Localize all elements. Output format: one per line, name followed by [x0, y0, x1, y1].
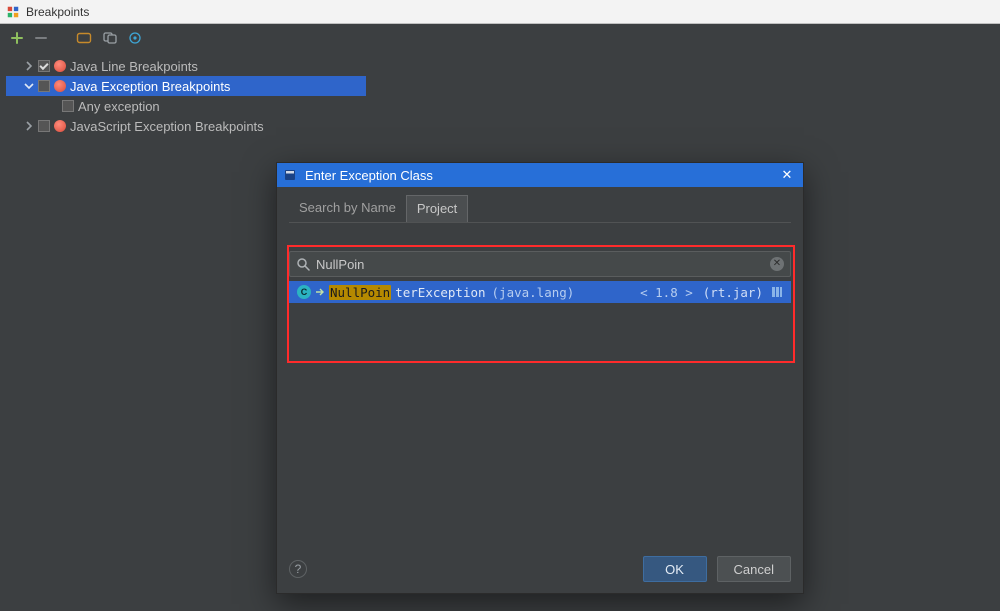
- toolbar: [0, 24, 1000, 52]
- chevron-right-icon: [24, 61, 34, 71]
- dialog-footer: ? OK Cancel: [277, 545, 803, 593]
- add-icon[interactable]: [10, 31, 24, 45]
- tree-row-java-exception[interactable]: Java Exception Breakpoints: [6, 76, 366, 96]
- search-icon: [296, 257, 310, 271]
- ok-button[interactable]: OK: [643, 556, 707, 582]
- checkbox[interactable]: [38, 120, 50, 132]
- window-title: Breakpoints: [26, 5, 89, 19]
- tree-label: JavaScript Exception Breakpoints: [70, 119, 264, 134]
- target-icon[interactable]: [128, 31, 142, 45]
- breakpoints-tree[interactable]: Java Line Breakpoints Java Exception Bre…: [0, 52, 360, 136]
- checkbox[interactable]: [62, 100, 74, 112]
- help-icon[interactable]: ?: [289, 560, 307, 578]
- breakpoint-circle-icon: [54, 120, 66, 132]
- breakpoint-circle-icon: [54, 80, 66, 92]
- titlebar[interactable]: Breakpoints: [0, 0, 1000, 24]
- remove-icon[interactable]: [34, 31, 48, 45]
- app-icon: [6, 5, 20, 19]
- checkbox[interactable]: [38, 60, 50, 72]
- tree-label: Java Exception Breakpoints: [70, 79, 230, 94]
- tabs: Search by Name Project: [289, 195, 791, 223]
- chevron-down-icon: [24, 81, 34, 91]
- class-icon: C: [297, 285, 311, 299]
- results: C NullPoin terException (java.lang) < 1.8…: [289, 281, 791, 303]
- result-match: NullPoin: [329, 285, 391, 300]
- tab-search-by-name[interactable]: Search by Name: [289, 195, 406, 222]
- tree-label: Any exception: [78, 99, 160, 114]
- cancel-button[interactable]: Cancel: [717, 556, 791, 582]
- tree-row-java-line[interactable]: Java Line Breakpoints: [6, 56, 360, 76]
- result-version: < 1.8 >: [640, 285, 693, 300]
- result-jar: (rt.jar): [703, 285, 763, 300]
- view-breakpoint-icon[interactable]: [76, 31, 92, 45]
- dialog-icon: [283, 168, 297, 182]
- tree-label: Java Line Breakpoints: [70, 59, 198, 74]
- search-input[interactable]: [316, 257, 764, 272]
- library-icon: [771, 286, 783, 298]
- clear-icon[interactable]: ✕: [770, 257, 784, 271]
- breakpoints-window: Breakpoints Java Line Breakpoints: [0, 0, 1000, 611]
- tree-row-any-exception[interactable]: Any exception: [6, 96, 360, 116]
- dialog-titlebar[interactable]: Enter Exception Class ✕: [277, 163, 803, 187]
- arrow-icon: [315, 287, 325, 297]
- result-package: (java.lang): [492, 285, 575, 300]
- tab-project[interactable]: Project: [406, 195, 468, 222]
- workarea: Java Line Breakpoints Java Exception Bre…: [0, 24, 1000, 611]
- copy-icon[interactable]: [102, 31, 118, 45]
- enter-exception-dialog: Enter Exception Class ✕ Search by Name P…: [276, 162, 804, 594]
- dialog-title: Enter Exception Class: [305, 168, 433, 183]
- result-rest: terException: [395, 285, 485, 300]
- chevron-right-icon: [24, 121, 34, 131]
- search-field[interactable]: ✕: [289, 251, 791, 277]
- checkbox[interactable]: [38, 80, 50, 92]
- breakpoint-circle-icon: [54, 60, 66, 72]
- result-row[interactable]: C NullPoin terException (java.lang) < 1.8…: [289, 281, 791, 303]
- dialog-body: Search by Name Project ✕ C NullPoin terEx…: [277, 187, 803, 545]
- close-icon[interactable]: ✕: [777, 167, 797, 183]
- tree-row-js-exception[interactable]: JavaScript Exception Breakpoints: [6, 116, 360, 136]
